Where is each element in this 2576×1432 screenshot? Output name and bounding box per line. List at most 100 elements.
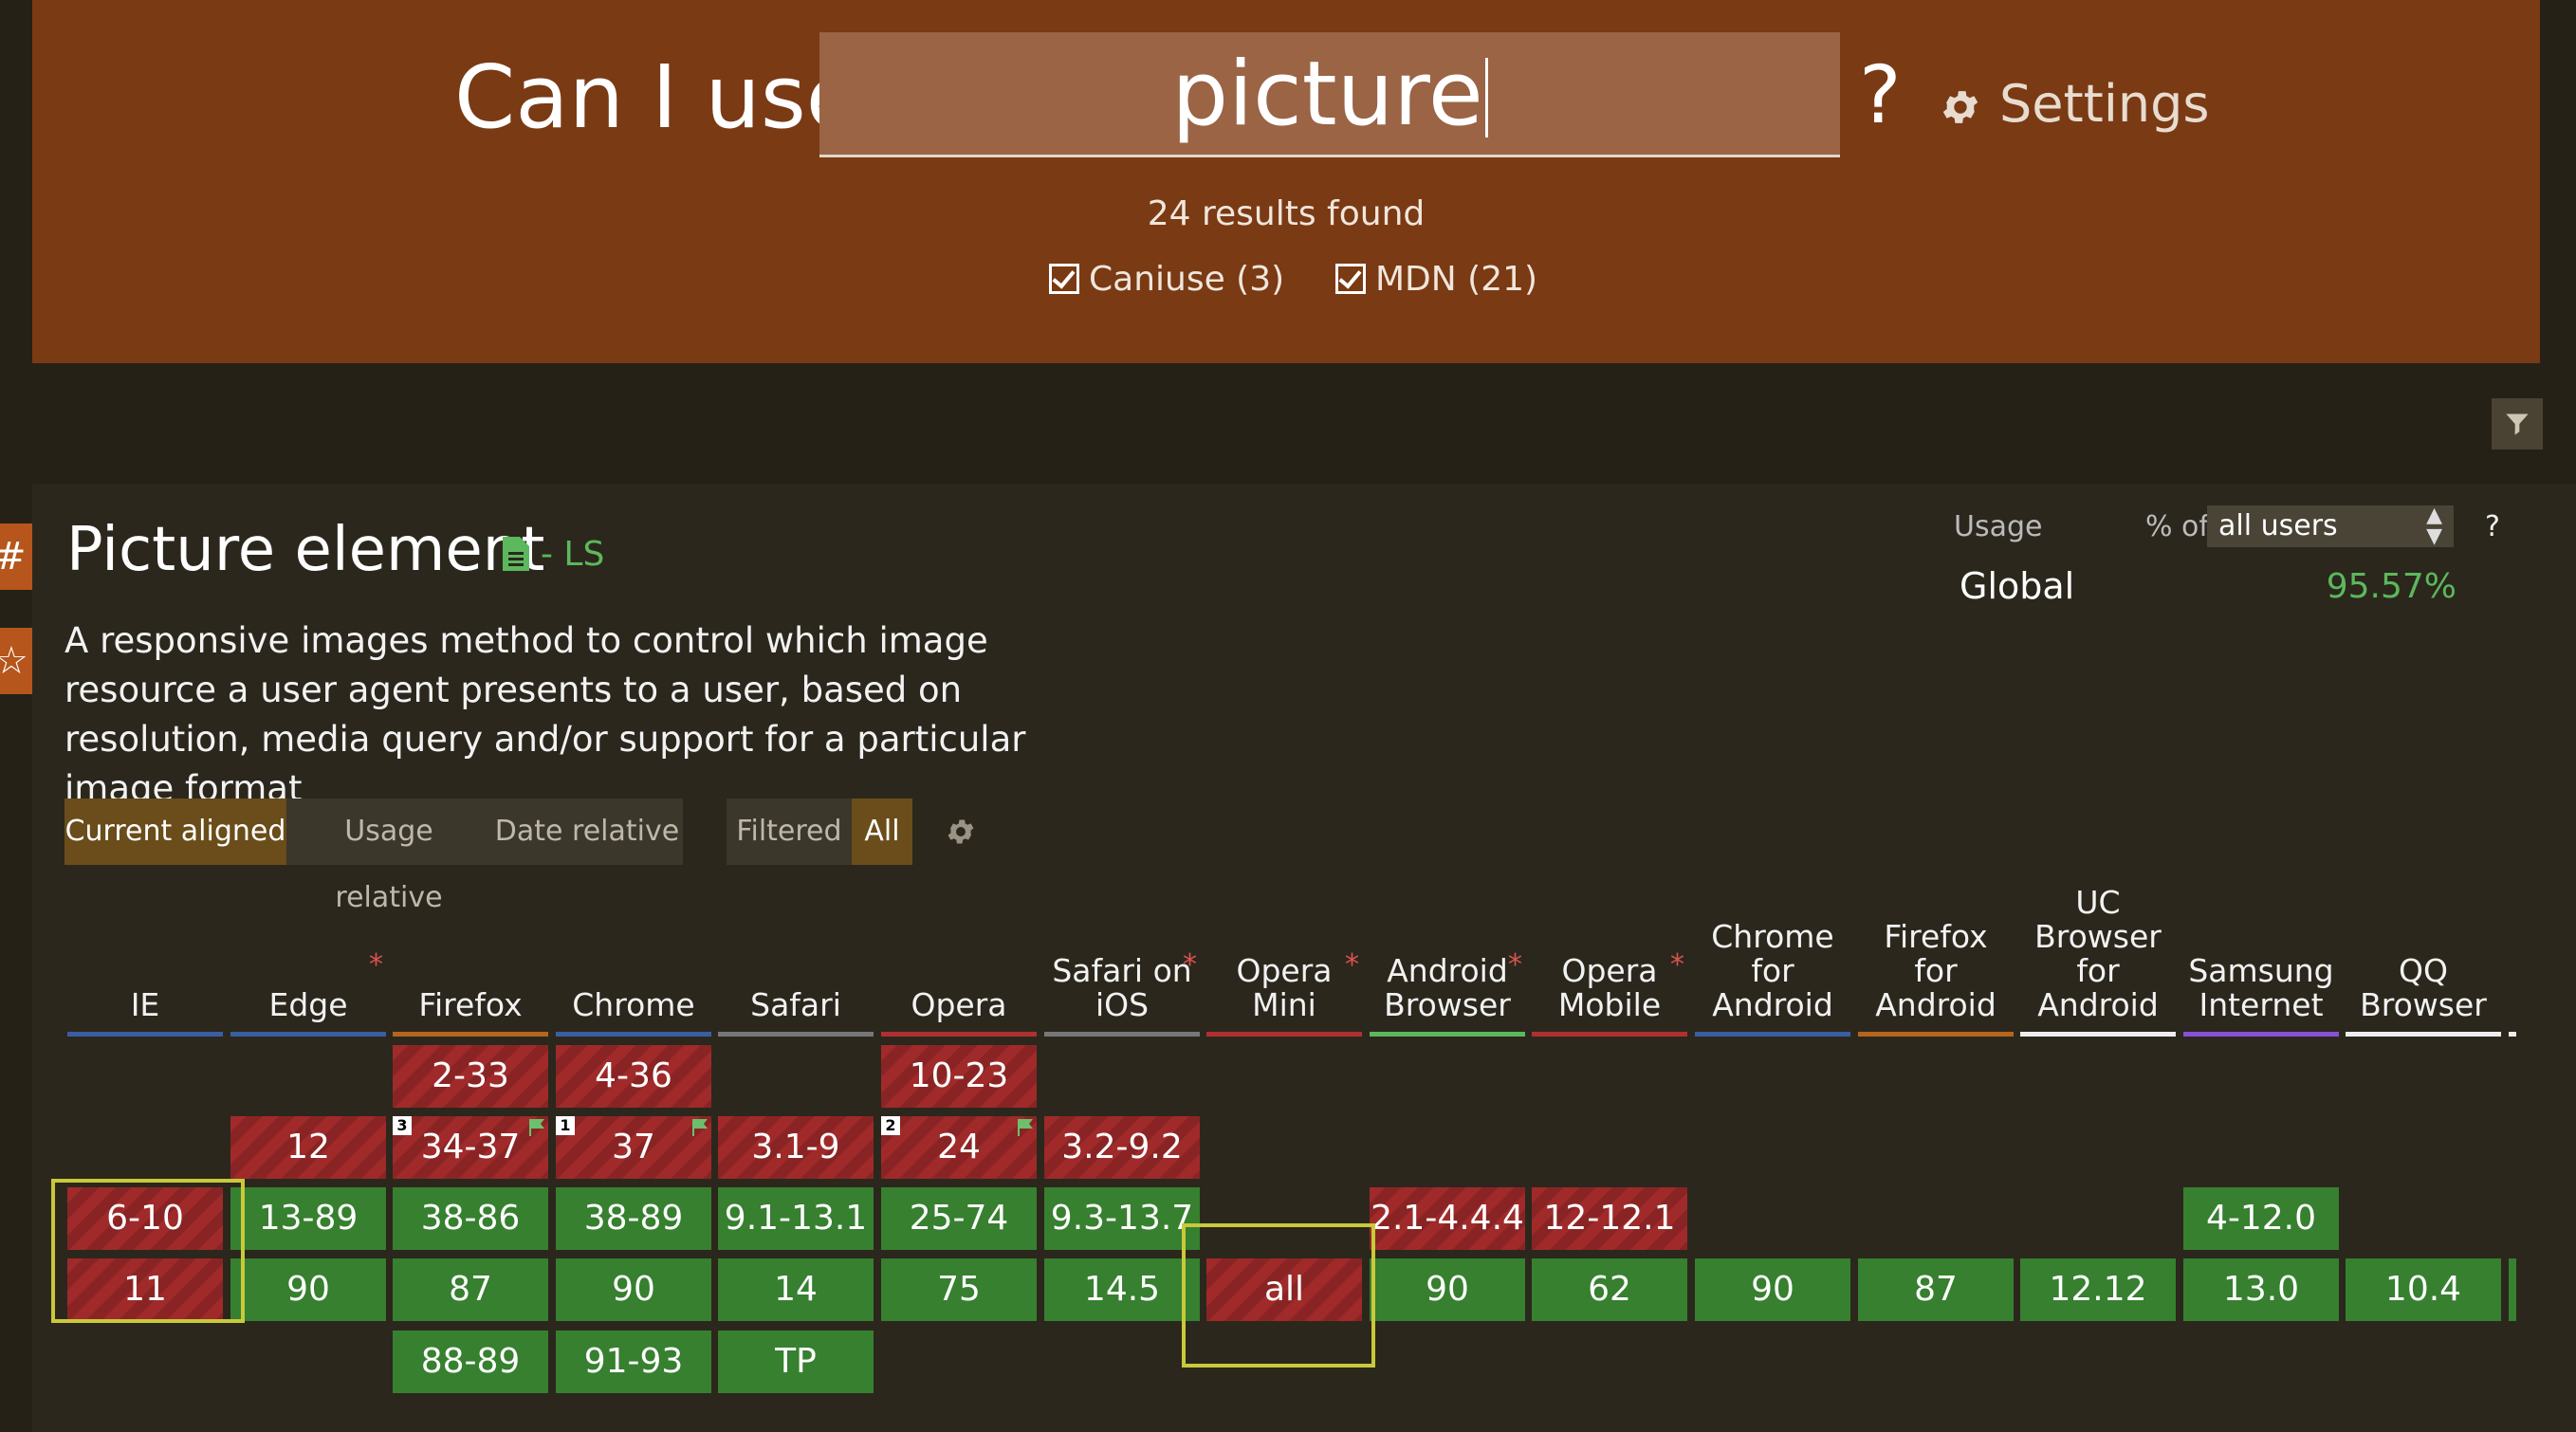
version-label: 24 [937,1128,981,1166]
support-cell[interactable]: 13.0 [2183,1258,2339,1321]
support-cell[interactable]: 10-23 [881,1045,1037,1108]
site-title[interactable]: Can I use [454,46,859,150]
browser-header: QQ Browser [2346,882,2501,1034]
browser-color-bar [2509,1032,2516,1037]
support-cell[interactable]: 87 [1858,1258,2014,1321]
version-label: 13.0 [2222,1270,2300,1309]
browser-name: Chrome [572,986,695,1023]
support-cell[interactable]: 38-89 [556,1187,711,1250]
support-cell[interactable]: 9.1-13.1 [718,1187,874,1250]
asterisk-icon: * [369,948,383,982]
browser-name: Chrome for Android [1711,918,1834,1023]
browser-header: Chrome [556,882,711,1034]
browser-name: Opera Mobile [1557,952,1662,1023]
support-cell[interactable]: 10.4 [2346,1258,2501,1321]
current-version-highlight [1182,1223,1375,1368]
support-cell[interactable]: 12 [230,1116,386,1179]
users-select-value: all users [2218,509,2338,542]
support-cell[interactable]: 3.2-9.2 [1044,1116,1200,1179]
usage-label: Usage [1954,510,2043,543]
support-cell[interactable]: 14.5 [1044,1258,1200,1321]
support-cell[interactable]: 13-89 [230,1187,386,1250]
support-cell[interactable]: 91-93 [556,1331,711,1393]
version-label: 10.4 [2384,1270,2462,1309]
support-cell[interactable]: 12.12 [2020,1258,2176,1321]
support-cell[interactable]: 88-89 [393,1331,548,1393]
gear-icon [1942,91,1978,123]
support-cell[interactable]: 25-74 [881,1187,1037,1250]
support-cell[interactable]: 90 [1695,1258,1850,1321]
support-cell[interactable]: 2-33 [393,1045,548,1108]
support-cell[interactable]: 4-12.0 [2183,1187,2339,1250]
tab-all[interactable]: All [852,799,912,865]
support-cell[interactable]: 12-12.1 [1532,1187,1687,1250]
support-cell[interactable]: 90 [556,1258,711,1321]
support-cell[interactable]: 24 2 [881,1116,1037,1179]
version-label: 10-23 [909,1056,1009,1095]
support-cell[interactable] [2509,1258,2516,1321]
support-cell[interactable]: 4-36 [556,1045,711,1108]
favorite-tab[interactable]: ☆ [0,628,32,694]
support-cell[interactable]: 62 [1532,1258,1687,1321]
version-label: 4-36 [595,1056,672,1095]
note-badge: 3 [393,1116,412,1135]
browser-header: Edge [230,882,386,1034]
search-value: picture [1171,43,1483,146]
version-label: 90 [1426,1270,1469,1309]
flag-icon [1018,1119,1033,1136]
filter-button[interactable] [2492,398,2543,450]
support-cell[interactable]: TP [718,1331,874,1393]
browser-header: Safari [718,882,874,1034]
gear-icon [948,819,974,844]
support-cell[interactable]: 38-86 [393,1187,548,1250]
document-icon [503,537,529,571]
browser-name: Samsung Internet [2188,952,2334,1023]
version-label: TP [775,1342,817,1381]
help-button[interactable]: ? [1859,47,1902,142]
browser-header: Opera Mini [1206,882,1362,1034]
support-cell[interactable]: 75 [881,1258,1037,1321]
site-header: Can I use picture ? Settings 24 results … [32,0,2540,363]
support-cell[interactable]: 3.1-9 [718,1116,874,1179]
caniuse-source-checkbox[interactable]: Caniuse (3) [1049,260,1284,299]
asterisk-icon: * [1345,948,1359,982]
support-cell[interactable]: 34-37 3 [393,1116,548,1179]
browser-header: Samsung Internet [2183,882,2339,1034]
version-label: 38-89 [583,1199,684,1238]
table-settings-button[interactable] [945,816,977,852]
support-cell[interactable]: 90 [230,1258,386,1321]
browser-header: Opera Mobile [1532,882,1687,1034]
browser-name: Opera [911,986,1007,1023]
version-label: 12 [286,1128,330,1166]
browser-color-bar [556,1032,711,1037]
asterisk-icon: * [1508,948,1522,982]
results-count: 24 results found [1147,194,1426,233]
support-cell[interactable]: 87 [393,1258,548,1321]
support-cell[interactable]: 90 [1370,1258,1525,1321]
support-cell[interactable]: 14 [718,1258,874,1321]
select-arrows-icon: ▲ ▼ [2426,504,2442,548]
browser-color-bar [1206,1032,1362,1037]
tab-usage-relative[interactable]: Usage relative [286,799,491,914]
browser-header: Firefox [393,882,548,1034]
feature-anchor-tab[interactable]: # [0,523,32,590]
settings-button[interactable]: Settings [1939,72,2209,137]
browser-name: Safari [750,986,841,1023]
support-cell[interactable]: 2.1-4.4.4 [1370,1187,1525,1250]
version-label: 12.12 [2049,1270,2147,1309]
search-input[interactable]: picture [819,32,1840,157]
browser-header: Opera [881,882,1037,1034]
tab-current-aligned[interactable]: Current aligned [64,799,286,865]
spec-status[interactable]: - LS [503,531,604,578]
users-select[interactable]: all users ▲ ▼ [2207,505,2454,547]
browser-color-bar [1858,1032,2014,1037]
browser-name: Safari on iOS [1052,952,1192,1023]
mdn-source-checkbox[interactable]: MDN (21) [1335,260,1537,299]
tab-date-relative[interactable]: Date relative [491,799,683,865]
browser-header: Android Browser [1370,882,1525,1034]
usage-help-button[interactable]: ? [2485,510,2500,543]
mdn-source-label: MDN (21) [1375,260,1538,299]
support-cell[interactable]: 9.3-13.7 [1044,1187,1200,1250]
tab-filtered[interactable]: Filtered [727,799,852,865]
support-cell[interactable]: 37 1 [556,1116,711,1179]
